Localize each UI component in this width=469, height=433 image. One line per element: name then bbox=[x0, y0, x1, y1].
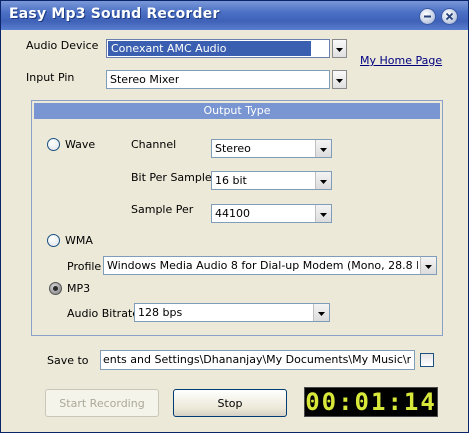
chevron-down-icon bbox=[336, 73, 343, 86]
output-type-header: Output Type bbox=[34, 103, 440, 119]
audio-device-value: Conexant AMC Audio bbox=[108, 41, 311, 56]
channel-label: Channel bbox=[131, 138, 177, 151]
profile-value: Windows Media Audio 8 for Dial-up Modem … bbox=[107, 259, 418, 272]
mp3-radio[interactable] bbox=[49, 282, 62, 295]
minimize-button[interactable] bbox=[419, 8, 436, 25]
bit-per-sample-label: Bit Per Sample bbox=[131, 171, 212, 184]
input-pin-select[interactable]: Stereo Mixer bbox=[106, 70, 330, 89]
wave-radio[interactable] bbox=[47, 138, 60, 151]
save-to-path: ents and Settings\Dhananjay\My Documents… bbox=[103, 353, 411, 366]
browse-checkbox[interactable] bbox=[420, 353, 434, 367]
chevron-down-icon bbox=[320, 207, 327, 220]
start-recording-button[interactable]: Start Recording bbox=[45, 389, 159, 417]
wma-radio[interactable] bbox=[47, 234, 60, 247]
close-icon bbox=[445, 12, 454, 21]
sample-per-select[interactable]: 44100 bbox=[211, 204, 332, 223]
input-pin-dropdown-button[interactable] bbox=[332, 70, 347, 89]
audio-device-dropdown-button[interactable] bbox=[332, 39, 347, 58]
profile-dropdown-button[interactable] bbox=[420, 257, 436, 274]
input-pin-value: Stereo Mixer bbox=[110, 73, 180, 86]
audio-bitrate-label: Audio Bitrate bbox=[67, 307, 140, 320]
audio-bitrate-value: 128 bps bbox=[138, 306, 183, 319]
home-page-link[interactable]: My Home Page bbox=[360, 54, 442, 67]
channel-select[interactable]: Stereo bbox=[211, 139, 332, 158]
window-title: Easy Mp3 Sound Recorder bbox=[9, 6, 220, 22]
bit-per-sample-select[interactable]: 16 bit bbox=[211, 171, 332, 190]
save-to-label: Save to bbox=[47, 354, 89, 367]
chevron-down-icon bbox=[318, 306, 325, 319]
stop-button[interactable]: Stop bbox=[173, 389, 287, 417]
bit-per-sample-value: 16 bit bbox=[215, 174, 247, 187]
input-pin-label: Input Pin bbox=[26, 71, 75, 84]
wma-label: WMA bbox=[65, 234, 93, 247]
channel-dropdown-button[interactable] bbox=[315, 140, 331, 157]
chevron-down-icon bbox=[336, 42, 343, 55]
elapsed-time-display: 00:01:14 bbox=[304, 387, 438, 417]
channel-value: Stereo bbox=[215, 142, 251, 155]
mp3-label: MP3 bbox=[67, 282, 91, 295]
sample-per-value: 44100 bbox=[215, 207, 250, 220]
save-to-field[interactable]: ents and Settings\Dhananjay\My Documents… bbox=[100, 350, 415, 370]
close-button[interactable] bbox=[441, 8, 458, 25]
chevron-down-icon bbox=[320, 142, 327, 155]
title-bar[interactable]: Easy Mp3 Sound Recorder bbox=[1, 1, 468, 30]
sample-per-label: Sample Per bbox=[131, 203, 194, 216]
chevron-down-icon bbox=[425, 259, 432, 272]
audio-bitrate-dropdown-button[interactable] bbox=[313, 304, 329, 321]
bit-per-sample-dropdown-button[interactable] bbox=[315, 172, 331, 189]
profile-select[interactable]: Windows Media Audio 8 for Dial-up Modem … bbox=[103, 256, 437, 275]
chevron-down-icon bbox=[320, 174, 327, 187]
audio-device-label: Audio Device bbox=[26, 39, 99, 52]
profile-label: Profile bbox=[67, 260, 102, 273]
app-window: Easy Mp3 Sound Recorder Audio Device Con… bbox=[0, 0, 469, 433]
audio-device-select[interactable]: Conexant AMC Audio bbox=[106, 39, 330, 58]
wave-label: Wave bbox=[65, 138, 96, 151]
sample-per-dropdown-button[interactable] bbox=[315, 205, 331, 222]
audio-bitrate-select[interactable]: 128 bps bbox=[134, 303, 330, 322]
minimize-icon bbox=[423, 12, 432, 21]
